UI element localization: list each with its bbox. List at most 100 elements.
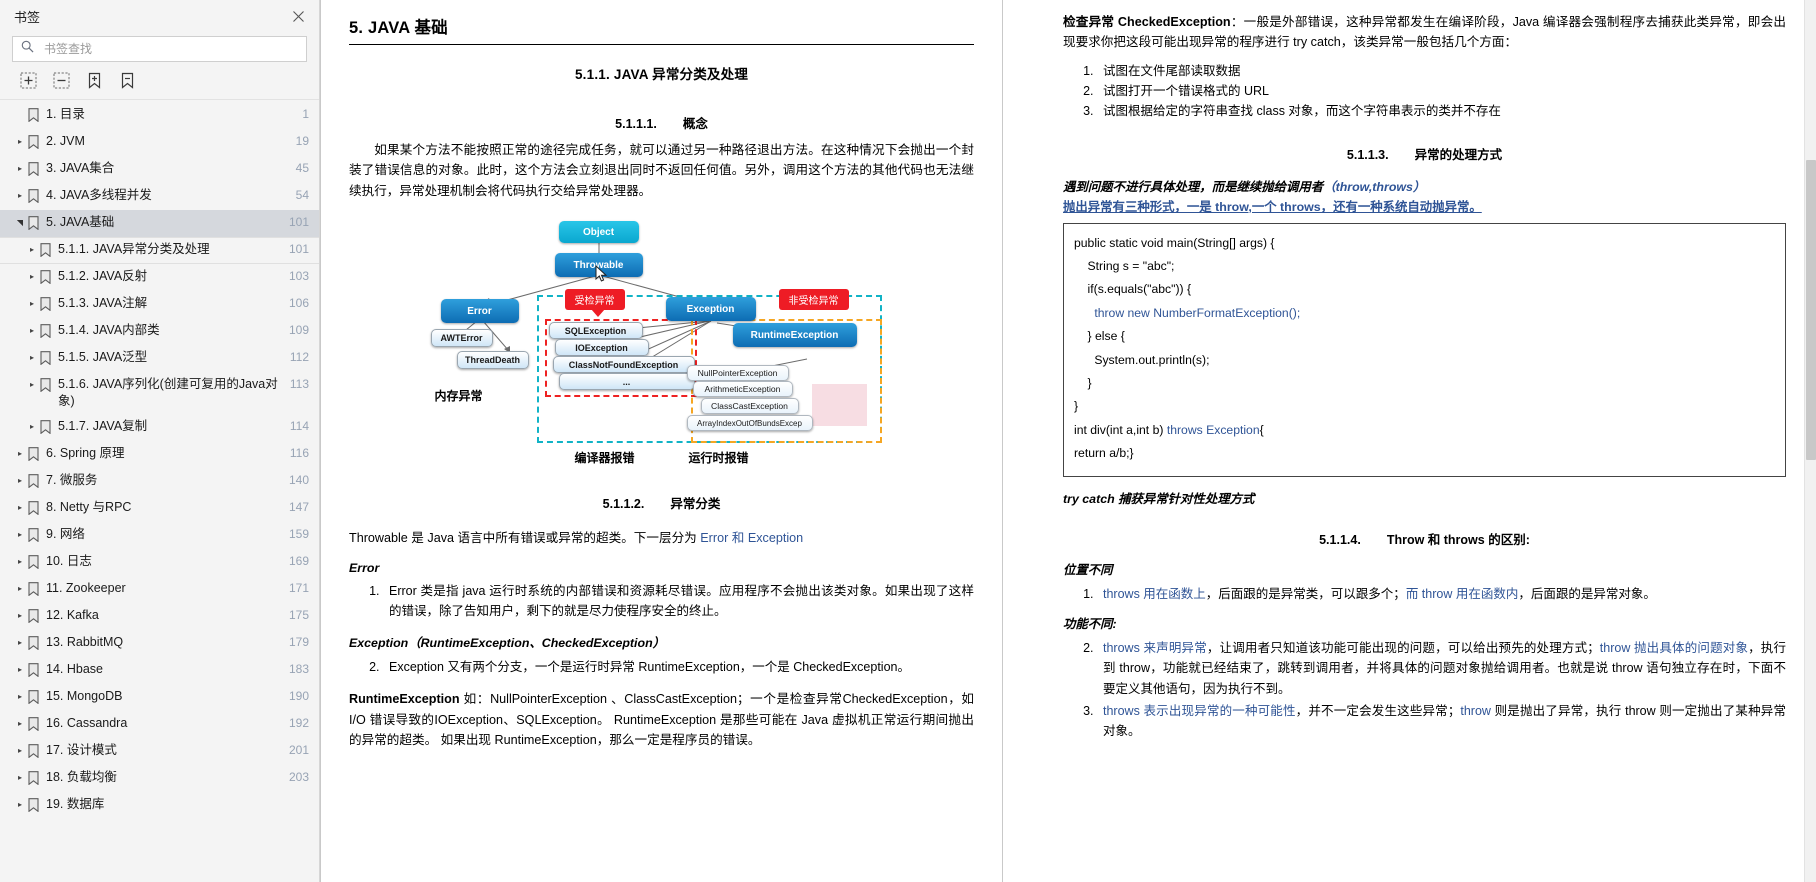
chevron-right-icon[interactable]: ▸ — [26, 299, 38, 309]
bookmark-item[interactable]: ◢ 5. JAVA基础 101 — [0, 210, 319, 237]
bookmark-item[interactable]: ▸ 5.1.6. JAVA序列化(创建可复用的Java对象) 113 — [0, 372, 319, 414]
bookmark-item[interactable]: ▸ 8. Netty 与RPC 147 — [0, 495, 319, 522]
bookmark-icon — [28, 636, 42, 653]
chevron-right-icon[interactable]: ▸ — [26, 272, 38, 282]
bookmark-item-label: 11. Zookeeper — [46, 581, 126, 595]
bookmark-item-label: 5.1.3. JAVA注解 — [58, 296, 148, 310]
list-function-diff: throws 来声明异常，让调用者只知道该功能可能出现的问题，可以给出预先的处理… — [1063, 638, 1786, 741]
chevron-right-icon[interactable]: ▸ — [14, 665, 26, 675]
bookmark-item[interactable]: ▸ 5.1.1. JAVA异常分类及处理 101 — [0, 237, 319, 264]
chevron-right-icon[interactable]: ▸ — [14, 449, 26, 459]
bookmark-item[interactable]: ▸ 18. 负载均衡 203 — [0, 765, 319, 792]
chevron-right-icon[interactable]: ▸ — [14, 530, 26, 540]
emphasis-trycatch: try catch 捕获异常针对性处理方式 — [1063, 491, 1255, 506]
term-checkedexception: 检查异常 CheckedException — [1063, 15, 1231, 29]
code-line: return a/b;} — [1074, 446, 1134, 461]
chevron-right-icon[interactable]: ▸ — [14, 719, 26, 729]
paragraph-text: Throwable 是 Java 语言中所有错误或异常的超类。下一层分为 — [349, 531, 701, 546]
bookmark-item[interactable]: ▸ 17. 设计模式 201 — [0, 738, 319, 765]
bookmark-search-box[interactable] — [12, 36, 307, 62]
node-sqlexception: SQLException — [548, 322, 643, 340]
chevron-right-icon[interactable]: ▸ — [26, 326, 38, 336]
chevron-right-icon[interactable]: ▸ — [26, 380, 38, 390]
document-viewer[interactable]: 5. JAVA 基础 5.1.1. JAVA 异常分类及处理 5.1.1.1. 概… — [320, 0, 1816, 882]
bookmark-item-label: 18. 负载均衡 — [46, 770, 117, 784]
chevron-right-icon[interactable]: ▸ — [26, 422, 38, 432]
application-window: 书签 书签查找 1. 目录 1 ▸ 2. JVM 19 ▸ 3. JAVA集合 … — [0, 0, 1816, 882]
list-error: Error 类是指 java 运行时系统的内部错误和资源耗尽错误。应用程序不会抛… — [349, 581, 974, 622]
bookmark-list[interactable]: 1. 目录 1 ▸ 2. JVM 19 ▸ 3. JAVA集合 45 ▸ 4. JAVA多线程并发… — [0, 100, 319, 882]
bookmark-item[interactable]: ▸ 11. Zookeeper 171 — [0, 576, 319, 603]
chevron-right-icon[interactable]: ▸ — [14, 584, 26, 594]
add-bookmark-icon[interactable] — [86, 72, 103, 89]
list-item: Exception 又有两个分支，一个是运行时异常 RuntimeExcepti… — [383, 657, 974, 677]
close-icon[interactable] — [289, 7, 307, 25]
chevron-right-icon[interactable]: ▸ — [14, 137, 26, 147]
chevron-right-icon[interactable]: ▸ — [14, 746, 26, 756]
emphasis-function-diff: 功能不同: — [1063, 617, 1117, 631]
bookmark-item[interactable]: ▸ 9. 网络 159 — [0, 522, 319, 549]
bookmark-item-label: 5. JAVA基础 — [46, 215, 115, 229]
bookmark-item[interactable]: ▸ 15. MongoDB 190 — [0, 684, 319, 711]
chevron-right-icon[interactable]: ▸ — [14, 611, 26, 621]
bookmark-item[interactable]: ▸ 5.1.4. JAVA内部类 109 — [0, 318, 319, 345]
code-line: } — [1074, 376, 1092, 391]
bookmark-item[interactable]: ▸ 4. JAVA多线程并发 54 — [0, 183, 319, 210]
section-heading-5-1-1: 5.1.1. JAVA 异常分类及处理 — [574, 67, 749, 82]
chevron-right-icon[interactable]: ▸ — [14, 503, 26, 513]
chevron-right-icon[interactable]: ▸ — [14, 164, 26, 174]
chevron-down-icon[interactable]: ◢ — [15, 217, 25, 229]
bookmark-item[interactable]: ▸ 6. Spring 原理 116 — [0, 441, 319, 468]
remove-bookmark-icon[interactable] — [119, 72, 136, 89]
search-input[interactable] — [42, 41, 298, 57]
bookmark-page-number: 106 — [288, 296, 309, 310]
list-item: 试图打开一个错误格式的 URL — [1097, 81, 1786, 101]
bookmark-icon — [40, 243, 54, 260]
chevron-right-icon[interactable]: ▸ — [14, 476, 26, 486]
chevron-right-icon[interactable]: ▸ — [14, 773, 26, 783]
bookmark-icon — [28, 744, 42, 761]
bookmark-toolbar — [0, 62, 319, 100]
chevron-right-icon[interactable]: ▸ — [14, 800, 26, 810]
chevron-right-icon[interactable]: ▸ — [26, 353, 38, 363]
subsection-title: 异常的处理方式 — [1414, 147, 1503, 162]
bookmark-item[interactable]: ▸ 16. Cassandra 192 — [0, 711, 319, 738]
link-error-exception[interactable]: Error 和 Exception — [700, 531, 803, 545]
bookmark-item[interactable]: ▸ 12. Kafka 175 — [0, 603, 319, 630]
paragraph-concept: 如果某个方法不能按照正常的途径完成任务，就可以通过另一种路径退出方法。在这种情况… — [349, 143, 974, 198]
bookmark-item[interactable]: ▸ 5.1.3. JAVA注解 106 — [0, 291, 319, 318]
bookmark-item[interactable]: ▸ 5.1.2. JAVA反射 103 — [0, 264, 319, 291]
bookmark-item-label: 4. JAVA多线程并发 — [46, 188, 152, 202]
bookmark-item[interactable]: ▸ 14. Hbase 183 — [0, 657, 319, 684]
bookmark-page-number: 147 — [288, 500, 309, 514]
bookmark-icon — [28, 501, 42, 518]
chevron-right-icon[interactable]: ▸ — [14, 692, 26, 702]
chevron-right-icon[interactable]: ▸ — [14, 557, 26, 567]
bookmark-item[interactable]: ▸ 19. 数据库 — [0, 792, 319, 819]
bookmark-item[interactable]: 1. 目录 1 — [0, 102, 319, 129]
node-runtimeexception: RuntimeException — [732, 323, 857, 348]
vertical-scrollbar[interactable] — [1804, 0, 1816, 882]
chevron-right-icon[interactable]: ▸ — [14, 638, 26, 648]
label-exception: Exception（RuntimeException、CheckedExcept… — [349, 636, 666, 651]
expand-all-icon[interactable] — [20, 72, 37, 89]
collapse-all-icon[interactable] — [53, 72, 70, 89]
bookmark-item[interactable]: ▸ 5.1.5. JAVA泛型 112 — [0, 345, 319, 372]
code-line: String s = "abc"; — [1074, 258, 1175, 273]
paragraph-throwable: Throwable 是 Java 语言中所有错误或异常的超类。下一层分为 Err… — [349, 528, 974, 548]
bookmark-item[interactable]: ▸ 10. 日志 169 — [0, 549, 319, 576]
bookmark-icon — [28, 189, 42, 206]
chevron-right-icon[interactable]: ▸ — [26, 245, 38, 255]
bookmark-item[interactable]: ▸ 13. RabbitMQ 179 — [0, 630, 319, 657]
bookmark-icon — [28, 582, 42, 599]
scrollbar-thumb[interactable] — [1806, 160, 1816, 460]
bookmark-item-label: 2. JVM — [46, 134, 85, 148]
bookmark-item[interactable]: ▸ 2. JVM 19 — [0, 129, 319, 156]
bookmark-item[interactable]: ▸ 7. 微服务 140 — [0, 468, 319, 495]
bookmark-icon — [28, 135, 42, 152]
bookmark-item[interactable]: ▸ 5.1.7. JAVA复制 114 — [0, 414, 319, 441]
bookmark-item[interactable]: ▸ 3. JAVA集合 45 — [0, 156, 319, 183]
chevron-right-icon[interactable]: ▸ — [14, 191, 26, 201]
bookmark-page-number: 169 — [288, 554, 309, 568]
badge-checked-exception: 受检异常 — [564, 289, 625, 318]
